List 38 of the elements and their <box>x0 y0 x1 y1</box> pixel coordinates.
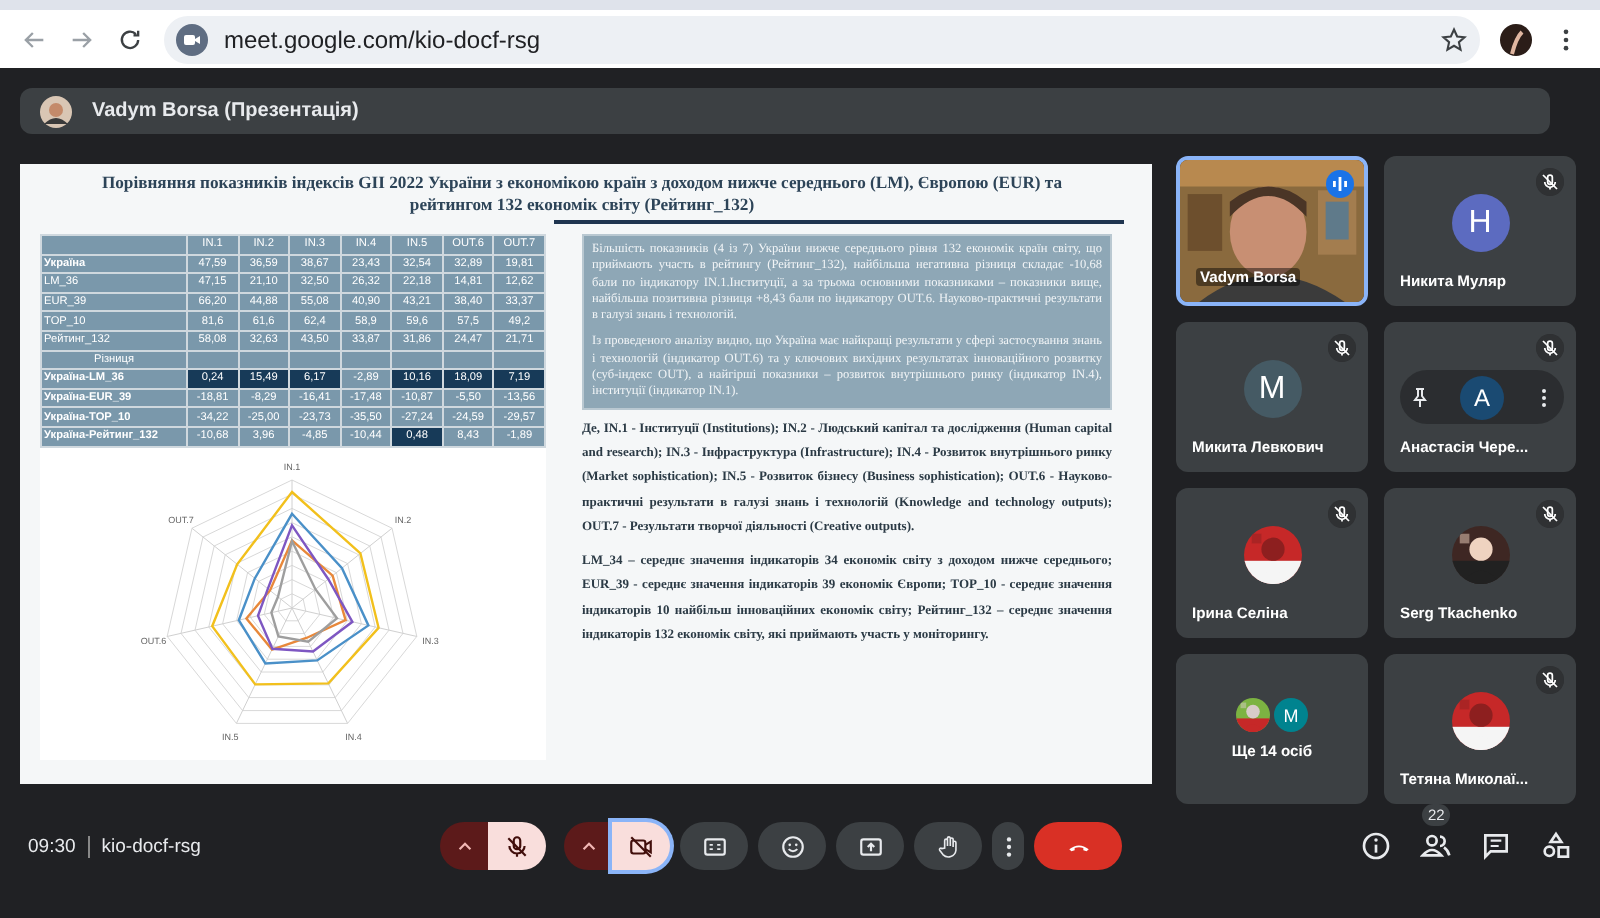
video-options-button[interactable] <box>564 822 612 870</box>
reload-icon[interactable] <box>116 25 144 53</box>
avatar: M <box>1274 698 1308 732</box>
star-icon[interactable] <box>1440 25 1468 53</box>
url-text: meet.google.com/kio-docf-rsg <box>224 25 541 53</box>
shapes-icon <box>1540 830 1572 862</box>
speaking-indicator-icon <box>1326 170 1354 198</box>
pin-icon[interactable] <box>1408 385 1432 409</box>
hand-icon <box>935 833 961 859</box>
slide-title: Порівняння показників індексів GII 2022 України з економікою країн з доходом нижче середнього (LM), Європою (EUR) та рейтингом 132 економік світу (Рейтинг_132) <box>99 172 1065 216</box>
present-button[interactable] <box>836 822 904 870</box>
profile-avatar[interactable] <box>1500 23 1532 55</box>
avatar: M <box>1243 360 1301 418</box>
captions-button[interactable] <box>680 822 748 870</box>
avatar: A <box>1460 375 1504 419</box>
meeting-code: kio-docf-rsg <box>101 835 201 857</box>
more-options-button[interactable] <box>992 822 1024 870</box>
camera-off-icon <box>628 833 654 859</box>
present-icon <box>857 833 883 859</box>
video-camera-icon <box>176 23 208 55</box>
presenter-label: Vadym Borsa (Презентація) <box>92 100 359 122</box>
chat-button[interactable] <box>1480 830 1512 862</box>
info-button[interactable] <box>1360 830 1392 862</box>
reactions-button[interactable] <box>758 822 826 870</box>
info-icon <box>1360 830 1392 862</box>
camera-button[interactable] <box>612 822 670 870</box>
address-bar[interactable]: meet.google.com/kio-docf-rsg <box>164 15 1480 63</box>
people-icon <box>1420 830 1452 862</box>
leave-call-button[interactable] <box>1034 822 1122 870</box>
avatar: Н <box>1451 194 1509 252</box>
microphone-button[interactable] <box>488 822 546 870</box>
chat-icon <box>1480 830 1512 862</box>
activities-button[interactable] <box>1540 830 1572 862</box>
raise-hand-button[interactable] <box>914 822 982 870</box>
meeting-time: 09:30 <box>28 835 76 857</box>
captions-icon <box>701 833 727 859</box>
microphone-off-icon <box>504 833 530 859</box>
emoji-icon <box>779 833 805 859</box>
